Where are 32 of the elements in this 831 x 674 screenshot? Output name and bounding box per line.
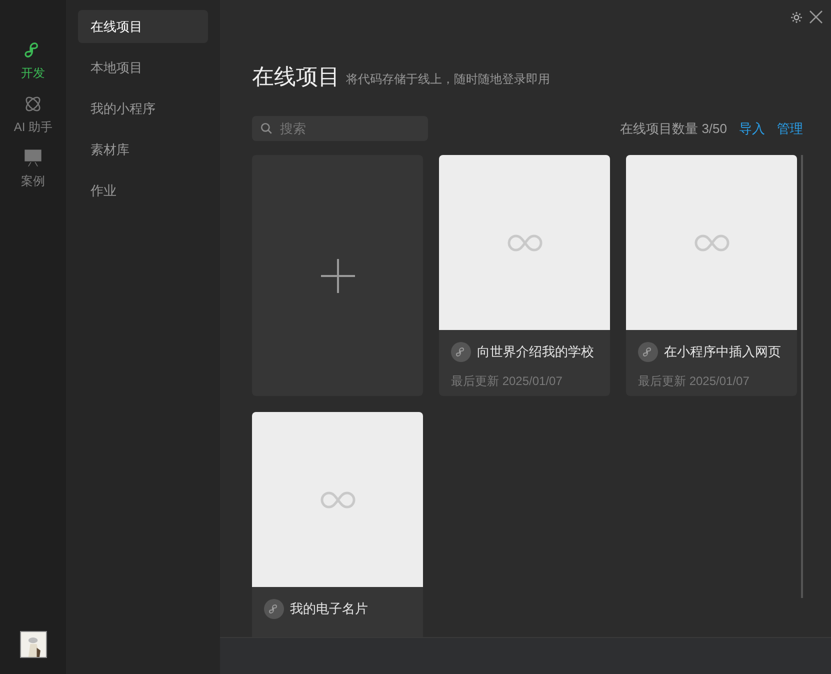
project-card[interactable]: 我的电子名片 [252,412,423,637]
action-link[interactable]: 管理 [777,118,803,138]
page-subtitle: 将代码存储于线上，随时随地登录即用 [346,71,550,88]
project-name: 向世界介绍我的学校 [477,343,594,362]
avatar[interactable] [20,631,47,658]
project-card[interactable]: 在小程序中插入网页 最后更新 2025/01/07 [626,155,797,396]
search-field[interactable]: 搜索 [252,116,428,141]
nav-rail-item[interactable]: AI 助手 [14,94,52,136]
plus-icon [320,258,354,292]
search-icon [260,122,273,135]
action-link[interactable]: 导入 [739,118,765,138]
sidebar-item[interactable]: 本地项目 [78,51,208,84]
link-icon [268,603,280,615]
project-count: 在线项目数量 3/50 [620,120,727,138]
settings-icon[interactable] [790,10,803,24]
project-card[interactable]: 向世界介绍我的学校 最后更新 2025/01/07 [439,155,610,396]
nav-rail-item[interactable]: 开发 [21,40,46,82]
project-name: 在小程序中插入网页 [664,343,781,362]
page-title: 在线项目 [252,66,340,88]
close-icon[interactable] [809,10,823,24]
link-icon [455,346,467,358]
last-updated: 最后更新 2025/01/07 [451,373,564,390]
link-icon [642,346,654,358]
last-updated: 最后更新 2025/01/07 [638,373,750,390]
sidebar-item[interactable]: 我的小程序 [78,92,208,125]
sidebar-item[interactable]: 素材库 [78,133,208,166]
nav-rail-item[interactable]: 案例 [21,148,46,190]
scrollbar[interactable] [801,155,803,598]
project-name: 我的电子名片 [290,600,368,618]
easel-icon [23,148,44,168]
sidebar-item[interactable]: 在线项目 [78,10,208,43]
sidebar-item[interactable]: 作业 [78,174,208,207]
